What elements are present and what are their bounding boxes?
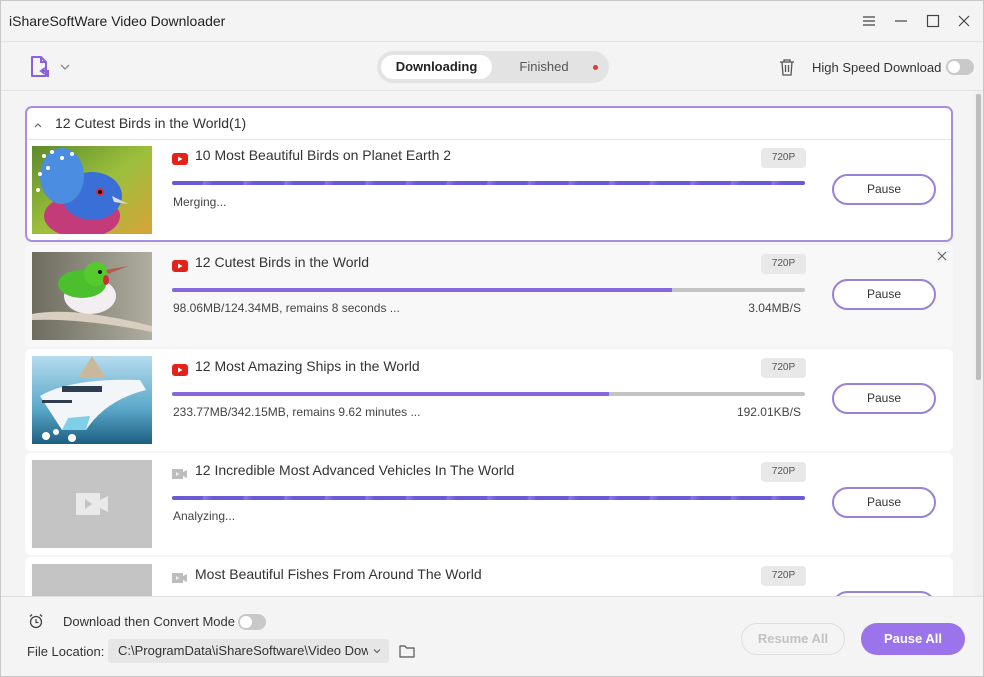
high-speed-download-toggle[interactable] [946, 59, 974, 75]
download-status: 98.06MB/124.34MB, remains 8 seconds ... [173, 301, 400, 315]
youtube-icon [172, 363, 188, 376]
pause-button[interactable]: Pause [832, 279, 936, 310]
resume-all-button[interactable]: Resume All [741, 623, 845, 655]
toggle-knob [948, 61, 960, 73]
group-title: 12 Cutest Birds in the World(1) [55, 115, 247, 131]
download-item: Most Beautiful Fishes From Around The Wo… [25, 557, 953, 596]
progress-fill [172, 392, 609, 396]
quality-badge[interactable]: 720P [761, 148, 806, 168]
video-placeholder-icon [32, 564, 152, 596]
add-dropdown-button[interactable] [59, 60, 71, 72]
video-title: 12 Most Amazing Ships in the World [195, 358, 420, 374]
menu-button[interactable] [859, 11, 879, 31]
pause-button[interactable]: Pause [832, 174, 936, 205]
video-title: 12 Cutest Birds in the World [195, 254, 370, 270]
group-header[interactable]: 12 Cutest Birds in the World(1) [27, 108, 951, 140]
progress-bar [172, 288, 805, 292]
open-folder-button[interactable] [399, 644, 415, 658]
pause-all-button[interactable]: Pause All [861, 623, 965, 655]
youtube-icon [172, 259, 188, 272]
title-bar: iShareSoftWare Video Downloader [1, 1, 983, 41]
delete-all-button[interactable] [779, 58, 795, 76]
app-title: iShareSoftWare Video Downloader [9, 13, 226, 29]
video-placeholder-icon [32, 460, 152, 548]
maximize-icon [926, 14, 940, 28]
close-icon [958, 15, 970, 27]
progress-fill [172, 288, 673, 292]
app-window: iShareSoftWare Video Downloader Download… [0, 0, 984, 677]
download-status: Merging... [173, 195, 227, 209]
video-thumbnail-placeholder [32, 460, 152, 548]
video-thumbnail [32, 252, 152, 340]
remove-item-button[interactable] [937, 248, 947, 261]
scrollbar[interactable] [973, 92, 983, 596]
toolbar: Downloading Finished High Speed Download [1, 41, 983, 91]
progress-bar [172, 392, 805, 396]
close-icon [937, 251, 947, 261]
folder-icon [399, 645, 415, 658]
bird-thumbnail-image [32, 146, 152, 234]
download-item: 10 Most Beautiful Birds on Planet Earth … [27, 140, 951, 240]
minimize-button[interactable] [891, 11, 911, 31]
video-title: Most Beautiful Fishes From Around The Wo… [195, 566, 482, 582]
download-status: Analyzing... [173, 509, 236, 523]
alarm-clock-icon [28, 613, 44, 629]
download-list: 12 Cutest Birds in the World(1) 10 Most … [1, 92, 983, 596]
download-item: 12 Cutest Birds in the World 720P 98.06M… [25, 245, 953, 347]
download-item: 12 Incredible Most Advanced Vehicles In … [25, 453, 953, 555]
progress-bar [172, 181, 805, 185]
add-url-button[interactable] [29, 55, 51, 79]
download-status: 233.77MB/342.15MB, remains 9.62 minutes … [173, 405, 421, 419]
toggle-knob [240, 616, 252, 628]
paste-url-icon [31, 56, 49, 77]
chevron-down-icon [373, 649, 381, 654]
video-title: 12 Incredible Most Advanced Vehicles In … [195, 462, 515, 478]
video-title: 10 Most Beautiful Birds on Planet Earth … [195, 147, 452, 163]
file-location-label: File Location: [27, 644, 105, 659]
video-thumbnail [32, 356, 152, 444]
download-speed: 3.04MB/S [748, 301, 801, 315]
bird-thumbnail-image [32, 252, 152, 340]
quality-badge[interactable]: 720P [761, 254, 806, 274]
pause-button[interactable]: Pause [832, 383, 936, 414]
progress-bar [172, 496, 805, 500]
close-window-button[interactable] [954, 11, 974, 31]
convert-mode-toggle[interactable] [238, 614, 266, 630]
chevron-down-icon [60, 64, 70, 70]
chevron-up-icon [34, 123, 42, 128]
download-item: 12 Most Amazing Ships in the World 720P … [25, 349, 953, 451]
quality-badge[interactable]: 720P [761, 462, 806, 482]
video-thumbnail [32, 146, 152, 234]
video-icon [172, 467, 188, 479]
footer: Download then Convert Mode File Location… [1, 596, 983, 676]
scrollbar-thumb[interactable] [976, 94, 981, 380]
youtube-icon [172, 152, 188, 165]
hamburger-menu-icon [863, 16, 875, 26]
ship-thumbnail-image [32, 356, 152, 444]
trash-icon [780, 59, 794, 76]
playlist-group: 12 Cutest Birds in the World(1) 10 Most … [25, 106, 953, 242]
video-icon [172, 571, 188, 583]
video-thumbnail-placeholder [32, 564, 152, 596]
maximize-button[interactable] [923, 11, 943, 31]
progress-fill [172, 181, 805, 185]
quality-badge[interactable]: 720P [761, 566, 806, 586]
progress-fill [172, 496, 805, 500]
pause-button[interactable]: Pause [832, 487, 936, 518]
download-speed: 192.01KB/S [736, 405, 801, 419]
minimize-icon [895, 20, 907, 22]
tab-finished[interactable]: Finished [499, 55, 589, 79]
notification-dot [593, 65, 598, 70]
convert-mode-label: Download then Convert Mode [63, 614, 235, 629]
tab-switcher: Downloading Finished [377, 51, 609, 83]
collapse-group-button[interactable] [33, 117, 43, 128]
quality-badge[interactable]: 720P [761, 358, 806, 378]
tab-downloading[interactable]: Downloading [381, 55, 492, 79]
high-speed-download-label: High Speed Download [812, 60, 942, 75]
file-location-value: C:\ProgramData\iShareSoftware\Video Down… [118, 643, 368, 658]
file-location-select[interactable]: C:\ProgramData\iShareSoftware\Video Down… [108, 639, 389, 663]
